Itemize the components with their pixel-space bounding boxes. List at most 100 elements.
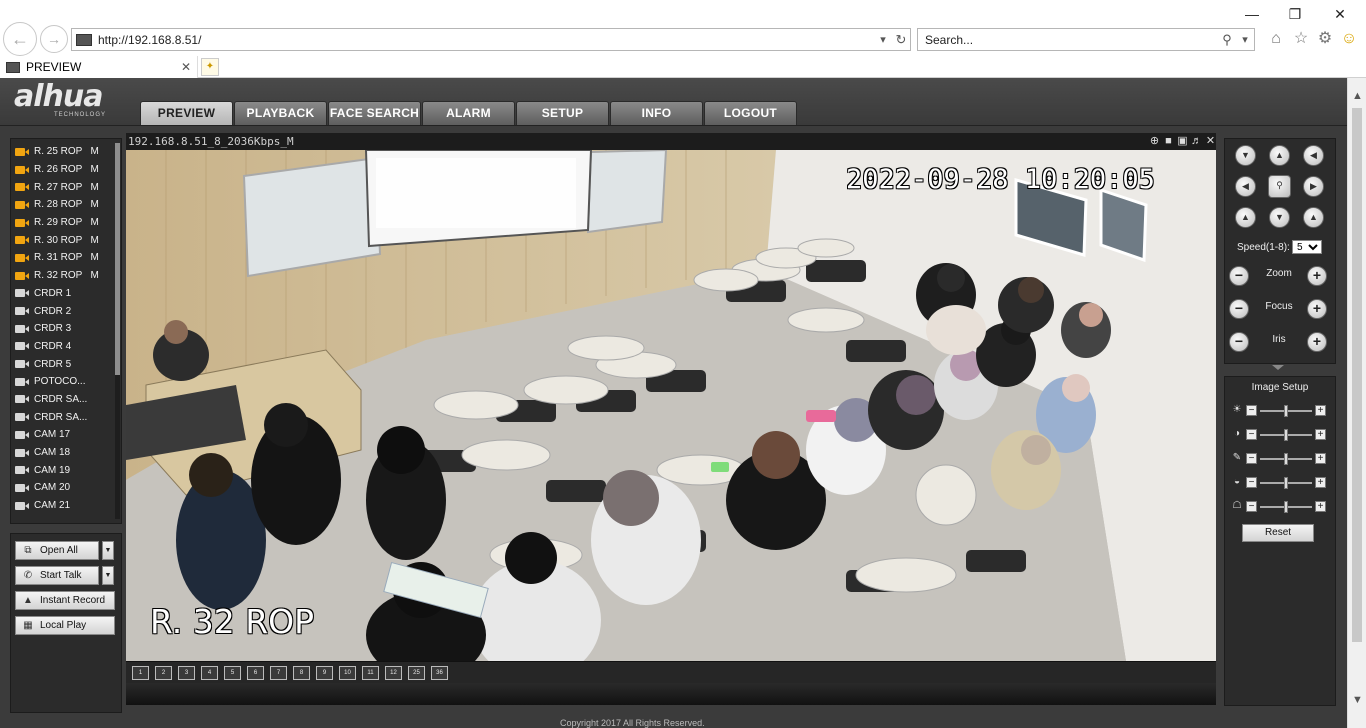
camera-item[interactable]: CRDR 3: [15, 320, 115, 338]
minimize-button[interactable]: —: [1240, 4, 1264, 24]
brightness-decrease-button[interactable]: −: [1246, 405, 1257, 416]
ptz-down-left-button[interactable]: ▲: [1235, 207, 1256, 228]
back-button[interactable]: ←: [3, 22, 37, 56]
camera-item[interactable]: CAM 21: [15, 497, 115, 515]
iris-open-button[interactable]: +: [1307, 332, 1327, 352]
brightness-increase-button[interactable]: +: [1315, 405, 1326, 416]
nav-info[interactable]: INFO: [610, 101, 703, 125]
contrast-slider-thumb[interactable]: [1284, 429, 1288, 441]
zoom-in-button[interactable]: +: [1307, 266, 1327, 286]
start-talk-button[interactable]: ✆ Start Talk: [15, 566, 99, 585]
new-tab-button[interactable]: ✦: [201, 58, 219, 76]
tab-close-icon[interactable]: ✕: [181, 60, 197, 74]
favorites-star-icon[interactable]: ☆: [1291, 29, 1311, 49]
layout-button[interactable]: 2: [155, 666, 172, 680]
layout-button[interactable]: 4: [201, 666, 218, 680]
camera-item[interactable]: POTOCO...: [15, 373, 115, 391]
camera-item[interactable]: CAM 17: [15, 426, 115, 444]
focus-in-button[interactable]: +: [1307, 299, 1327, 319]
scroll-down-icon[interactable]: ▼: [1348, 694, 1366, 710]
zoom-out-button[interactable]: −: [1229, 266, 1249, 286]
camera-item[interactable]: R. 27 ROP M: [15, 178, 115, 196]
local-play-button[interactable]: ▦ Local Play: [15, 616, 115, 635]
saturation-slider[interactable]: [1260, 453, 1312, 465]
smiley-icon[interactable]: ☺: [1339, 29, 1359, 49]
ptz-up-left-button[interactable]: ▼: [1235, 145, 1256, 166]
instant-record-button[interactable]: ▲ Instant Record: [15, 591, 115, 610]
gain-slider-thumb[interactable]: [1284, 501, 1288, 513]
speed-select[interactable]: 12345678: [1292, 240, 1322, 254]
layout-button[interactable]: 3: [178, 666, 195, 680]
zoom-icon[interactable]: ⊕: [1148, 134, 1161, 148]
ptz-down-right-button[interactable]: ▲: [1303, 207, 1324, 228]
search-icon[interactable]: ⚲: [1218, 32, 1236, 48]
hue-increase-button[interactable]: +: [1315, 477, 1326, 488]
search-box[interactable]: ⚲ ▾: [917, 28, 1255, 51]
layout-button[interactable]: 1: [132, 666, 149, 680]
record-stream-icon[interactable]: ■: [1162, 134, 1175, 148]
layout-button[interactable]: 11: [362, 666, 379, 680]
home-icon[interactable]: ⌂: [1266, 29, 1286, 49]
camera-list-scrollbar[interactable]: [115, 143, 120, 519]
audio-icon[interactable]: ♬: [1190, 134, 1203, 148]
forward-button[interactable]: →: [40, 25, 68, 53]
page-scrollbar[interactable]: ▲ ▼: [1347, 78, 1366, 728]
start-talk-dropdown[interactable]: ▼: [102, 566, 114, 585]
camera-item[interactable]: CAM 19: [15, 461, 115, 479]
layout-button[interactable]: 6: [247, 666, 264, 680]
refresh-icon[interactable]: ↻: [892, 32, 910, 48]
layout-button[interactable]: 10: [339, 666, 356, 680]
address-text[interactable]: http://192.168.8.51/: [98, 33, 874, 47]
brightness-slider-thumb[interactable]: [1284, 405, 1288, 417]
camera-item[interactable]: CAM 18: [15, 444, 115, 462]
layout-button[interactable]: 8: [293, 666, 310, 680]
open-all-dropdown[interactable]: ▼: [102, 541, 114, 560]
reset-button[interactable]: Reset: [1242, 524, 1314, 542]
iris-close-button[interactable]: −: [1229, 332, 1249, 352]
video-feed[interactable]: 2022-09-28 10:20:05 R. 32 ROP: [126, 150, 1216, 661]
open-all-button[interactable]: ⧉ Open All: [15, 541, 99, 560]
nav-playback[interactable]: PLAYBACK: [234, 101, 327, 125]
saturation-increase-button[interactable]: +: [1315, 453, 1326, 464]
gain-slider[interactable]: [1260, 501, 1312, 513]
nav-setup[interactable]: SETUP: [516, 101, 609, 125]
page-scroll-thumb[interactable]: [1352, 108, 1362, 642]
hue-decrease-button[interactable]: −: [1246, 477, 1257, 488]
camera-item[interactable]: CRDR 5: [15, 355, 115, 373]
layout-button[interactable]: 9: [316, 666, 333, 680]
camera-item[interactable]: R. 32 ROP M: [15, 267, 115, 285]
focus-out-button[interactable]: −: [1229, 299, 1249, 319]
search-input[interactable]: [925, 32, 1218, 47]
ptz-up-right-button[interactable]: ◀: [1303, 145, 1324, 166]
camera-item[interactable]: R. 31 ROP M: [15, 249, 115, 267]
ptz-left-button[interactable]: ◀: [1235, 176, 1256, 197]
contrast-slider[interactable]: [1260, 429, 1312, 441]
layout-button[interactable]: 12: [385, 666, 402, 680]
scroll-up-icon[interactable]: ▲: [1348, 90, 1366, 106]
camera-item[interactable]: R. 29 ROP M: [15, 214, 115, 232]
hue-slider-thumb[interactable]: [1284, 477, 1288, 489]
layout-button[interactable]: 25: [408, 666, 425, 680]
nav-face-search[interactable]: FACE SEARCH: [328, 101, 421, 125]
camera-item[interactable]: CRDR SA...: [15, 391, 115, 409]
gain-decrease-button[interactable]: −: [1246, 501, 1257, 512]
nav-preview[interactable]: PREVIEW: [140, 101, 233, 125]
restore-button[interactable]: ❐: [1283, 4, 1307, 24]
hue-slider[interactable]: [1260, 477, 1312, 489]
close-stream-icon[interactable]: ✕: [1204, 134, 1217, 148]
ptz-collapse-icon[interactable]: [1272, 365, 1284, 370]
ptz-up-button[interactable]: ▲: [1269, 145, 1290, 166]
tab-preview[interactable]: PREVIEW ✕: [0, 56, 198, 78]
layout-button[interactable]: 5: [224, 666, 241, 680]
camera-item[interactable]: R. 25 ROP M: [15, 143, 115, 161]
ptz-auto-button[interactable]: ⚲: [1268, 175, 1291, 198]
layout-button[interactable]: 36: [431, 666, 448, 680]
nav-alarm[interactable]: ALARM: [422, 101, 515, 125]
address-bar[interactable]: http://192.168.8.51/ ▾ ↻: [71, 28, 911, 51]
saturation-slider-thumb[interactable]: [1284, 453, 1288, 465]
close-window-button[interactable]: ✕: [1328, 4, 1352, 24]
saturation-decrease-button[interactable]: −: [1246, 453, 1257, 464]
brightness-slider[interactable]: [1260, 405, 1312, 417]
contrast-increase-button[interactable]: +: [1315, 429, 1326, 440]
dropdown-icon[interactable]: ▾: [874, 33, 892, 46]
